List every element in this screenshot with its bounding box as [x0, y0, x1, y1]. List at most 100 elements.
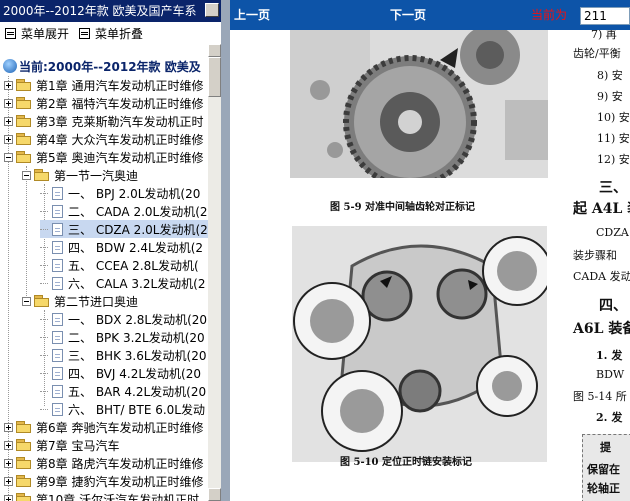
navigation-pane: 2000年--2012年款 欧美及国产车系 菜单展开 菜单折叠 当前:2000年… [0, 0, 221, 501]
document-icon [52, 204, 63, 218]
tree-item-label: 第9章 捷豹汽车发动机正时维修 [36, 474, 204, 489]
expand-toggle-icon[interactable] [4, 476, 13, 486]
next-page-button[interactable]: 下一页 [390, 7, 426, 23]
text-line: 8) 安 [597, 69, 623, 82]
text-line: 2. 发 [596, 411, 623, 424]
tree-item-label: 二、 CADA 2.0L发动机(2 [68, 204, 208, 219]
document-icon [52, 366, 63, 380]
tree-chapter-3[interactable]: 第3章 克莱斯勒汽车发动机正时 [4, 112, 203, 130]
tree-branch-line [40, 354, 48, 356]
tree-leaf[interactable]: 一、 BPJ 2.0L发动机(20 [40, 184, 200, 202]
tip-text-line: 保留在 [587, 463, 620, 476]
tree-item-label: 第1章 通用汽车发动机正时维修 [36, 78, 204, 93]
menu-icon [5, 27, 16, 39]
tree-leaf-selected[interactable]: 三、 CDZA 2.0L发动机(2 [40, 220, 208, 238]
expand-toggle-icon[interactable] [4, 116, 13, 126]
tree-item-label: 三、 BHK 3.6L发动机(20 [68, 348, 207, 363]
tree-branch-line [40, 192, 48, 194]
scanned-page: 图 5-9 对准中间轴齿轮对正标记 图 5-10 定位正时链安装标记 7) 再 … [230, 30, 630, 501]
expand-toggle-icon[interactable] [4, 134, 13, 144]
tree-item-label: 六、 BHT/ BTE 6.0L发动 [68, 402, 205, 417]
tree-leaf[interactable]: 三、 BHK 3.6L发动机(20 [40, 346, 206, 364]
tree-leaf[interactable]: 六、 BHT/ BTE 6.0L发动 [40, 400, 205, 418]
tree-section-faw-audi[interactable]: 第一节一汽奥迪 [22, 166, 138, 184]
pane-splitter[interactable] [221, 0, 230, 501]
expand-menu-button[interactable]: 菜单展开 [5, 25, 69, 41]
document-icon [52, 258, 63, 272]
tree-item-label: 第5章 奥迪汽车发动机正时维修 [36, 150, 204, 165]
folder-icon [16, 421, 32, 433]
tree-item-label: 一、 BPJ 2.0L发动机(20 [68, 186, 201, 201]
tree-guide-line [26, 166, 27, 306]
expand-toggle-icon[interactable] [4, 440, 13, 450]
figure-5-9-image [290, 30, 548, 178]
expand-toggle-icon[interactable] [4, 458, 13, 468]
tree-leaf[interactable]: 二、 BPK 3.2L发动机(20 [40, 328, 205, 346]
window-title: 2000年--2012年款 欧美及国产车系 [3, 4, 197, 18]
tree-branch-line [40, 336, 48, 338]
text-line: 11) 安 [597, 132, 630, 145]
tree-item-label: 第一节一汽奥迪 [54, 168, 139, 183]
page-toolbar: 上一页 下一页 当前为 [230, 0, 630, 30]
tree-branch-line [40, 408, 48, 410]
tree-chapter-9[interactable]: 第9章 捷豹汽车发动机正时维修 [4, 472, 203, 490]
page-number-input[interactable] [580, 7, 630, 25]
collapse-toggle-icon[interactable] [4, 152, 13, 162]
tree-leaf[interactable]: 六、 CALA 3.2L发动机(2 [40, 274, 205, 292]
tree-chapter-2[interactable]: 第2章 福特汽车发动机正时维修 [4, 94, 203, 112]
tree-leaf[interactable]: 四、 BDW 2.4L发动机(2 [40, 238, 203, 256]
globe-icon [3, 59, 17, 73]
section-heading: 起 A4L 装 [573, 201, 630, 217]
tree-chapter-8[interactable]: 第8章 路虎汽车发动机正时维修 [4, 454, 203, 472]
tree-leaf[interactable]: 四、 BVJ 4.2L发动机(20 [40, 364, 201, 382]
figure-5-10-image [292, 226, 547, 462]
close-button[interactable] [205, 3, 219, 17]
document-icon [52, 402, 63, 416]
document-icon [52, 240, 63, 254]
scroll-thumb[interactable] [208, 57, 221, 97]
collapse-toggle-icon[interactable] [22, 170, 31, 180]
folder-open-icon [34, 295, 50, 307]
section-heading: 三、 [599, 180, 627, 196]
tree-item-label: 第8章 路虎汽车发动机正时维修 [36, 456, 204, 471]
tree-chapter-10[interactable]: 第10章 沃尔沃汽车发动机正时 [4, 490, 199, 501]
tree-chapter-5[interactable]: 第5章 奥迪汽车发动机正时维修 [4, 148, 203, 166]
tree-leaf[interactable]: 一、 BDX 2.8L发动机(20 [40, 310, 207, 328]
tip-box: 提 保留在 轮轴正 [582, 434, 630, 501]
folder-open-icon [34, 169, 50, 181]
prev-page-button[interactable]: 上一页 [234, 7, 270, 23]
tree-chapter-7[interactable]: 第7章 宝马汽车 [4, 436, 119, 454]
section-heading: A6L 装备 [573, 321, 630, 337]
tree-chapter-6[interactable]: 第6章 奔驰汽车发动机正时维修 [4, 418, 203, 436]
tree-branch-line [40, 372, 48, 374]
collapse-toggle-icon[interactable] [22, 296, 31, 306]
scroll-up-arrow-icon[interactable] [208, 44, 221, 57]
expand-toggle-icon[interactable] [4, 422, 13, 432]
expand-toggle-icon[interactable] [4, 98, 13, 108]
collapse-menu-button[interactable]: 菜单折叠 [79, 25, 143, 41]
tree-item-label: 第10章 沃尔沃汽车发动机正时 [36, 492, 200, 501]
tip-text-line: 轮轴正 [587, 482, 620, 495]
scroll-down-arrow-icon[interactable] [208, 488, 221, 501]
tree-leaf[interactable]: 二、 CADA 2.0L发动机(2 [40, 202, 208, 220]
expand-toggle-icon[interactable] [4, 80, 13, 90]
text-line: 10) 安 [597, 111, 630, 124]
expand-toggle-icon[interactable] [4, 494, 13, 501]
menu-icon [79, 27, 90, 39]
folder-icon [16, 493, 32, 501]
current-page-label: 当前为 [531, 8, 568, 22]
tree-leaf[interactable]: 五、 CCEA 2.8L发动机( [40, 256, 199, 274]
tree-chapter-1[interactable]: 第1章 通用汽车发动机正时维修 [4, 76, 203, 94]
text-line: 7) 再 [591, 30, 617, 41]
tree-scrollbar[interactable] [208, 44, 221, 501]
tree-section-imported-audi[interactable]: 第二节进口奥迪 [22, 292, 138, 310]
window-title-bar: 2000年--2012年款 欧美及国产车系 [0, 0, 221, 22]
current-location-label: 当前:2000年--2012年款 欧美及 [19, 59, 201, 74]
text-line: 12) 安 [597, 153, 630, 166]
tree-leaf[interactable]: 五、 BAR 4.2L发动机(20 [40, 382, 206, 400]
figure-5-10-caption: 图 5-10 定位正时链安装标记 [340, 457, 472, 468]
tree-chapter-4[interactable]: 第4章 大众汽车发动机正时维修 [4, 130, 203, 148]
document-icon [52, 312, 63, 326]
tree-item-label: 一、 BDX 2.8L发动机(20 [68, 312, 208, 327]
tree-branch-line [40, 210, 48, 212]
